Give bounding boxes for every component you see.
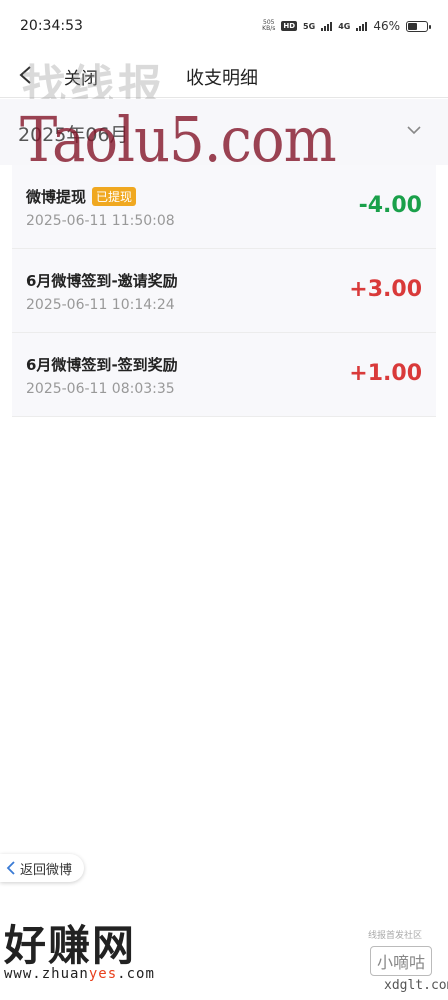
back-arrow-icon[interactable] <box>16 64 36 86</box>
battery-percent: 46% <box>373 19 400 33</box>
watermark-corner-caption: 线报首发社区 <box>368 931 423 941</box>
item-title: 6月微博签到-邀请奖励 <box>26 272 178 290</box>
network-speed: 505 KB/s <box>262 20 275 32</box>
hd-icon: HD <box>281 21 298 31</box>
battery-icon <box>406 20 431 32</box>
watermark-corner-brand: 小嘀咕 <box>370 946 433 976</box>
list-item[interactable]: 6月微博签到-签到奖励 2025-06-11 08:03:35 +1.00 <box>12 333 436 417</box>
battery-fill <box>408 22 418 30</box>
watermark-url-suffix: .com <box>117 966 155 982</box>
list-item[interactable]: 微博提现 已提现 2025-06-11 11:50:08 -4.00 <box>12 165 436 249</box>
watermark-corner-url: xdglt.com <box>384 978 448 993</box>
signal-4g-icon <box>356 21 368 31</box>
list-item[interactable]: 6月微博签到-邀请奖励 2025-06-11 10:14:24 +3.00 <box>12 249 436 333</box>
back-to-weibo-button[interactable]: 返回微博 <box>0 854 85 882</box>
page-title: 收支明细 <box>186 68 258 89</box>
item-title-row: 6月微博签到-签到奖励 <box>26 354 178 375</box>
item-time: 2025-06-11 11:50:08 <box>26 213 175 229</box>
chevron-left-icon <box>6 861 15 875</box>
item-title-row: 微博提现 已提现 <box>26 186 137 207</box>
nav-bar: 关闭 收支明细 <box>0 52 448 98</box>
item-time: 2025-06-11 08:03:35 <box>26 381 175 397</box>
status-indicators: 505 KB/s HD 5G 4G 46% <box>262 19 431 33</box>
watermark-brand: 好赚网 <box>4 921 137 970</box>
net-5g-label: 5G <box>303 21 316 31</box>
item-amount: -4.00 <box>358 193 422 218</box>
item-amount: +1.00 <box>349 361 422 386</box>
close-button[interactable]: 关闭 <box>64 64 98 89</box>
item-title: 微博提现 <box>26 188 87 206</box>
network-speed-unit: KB/s <box>262 25 276 32</box>
item-title-row: 6月微博签到-邀请奖励 <box>26 270 178 291</box>
watermark-url-prefix: www.zhuan <box>4 966 89 982</box>
back-to-weibo-label: 返回微博 <box>20 862 73 878</box>
item-title: 6月微博签到-签到奖励 <box>26 356 178 374</box>
chevron-down-icon[interactable] <box>406 124 422 136</box>
status-badge: 已提现 <box>92 187 137 206</box>
item-time: 2025-06-11 10:14:24 <box>26 297 175 313</box>
status-time: 20:34:53 <box>20 18 83 34</box>
transaction-list: 微博提现 已提现 2025-06-11 11:50:08 -4.00 6月微博签… <box>12 165 436 417</box>
watermark-url-highlight: yes <box>88 966 118 982</box>
signal-5g-icon <box>321 21 333 31</box>
watermark-url: www.zhuanyes.com <box>4 966 155 982</box>
month-label: 2025年06月 <box>18 124 129 146</box>
net-4g-label: 4G <box>338 21 351 31</box>
item-amount: +3.00 <box>349 277 422 302</box>
status-bar: 20:34:53 505 KB/s HD 5G 4G 46% <box>0 0 448 52</box>
